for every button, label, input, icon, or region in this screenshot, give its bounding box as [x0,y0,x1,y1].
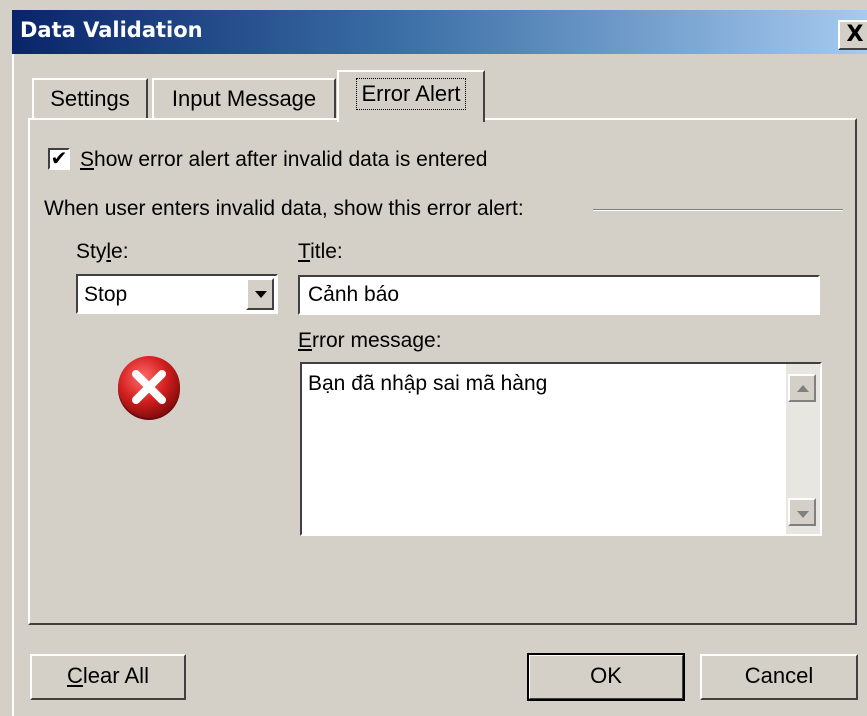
clear-all-button[interactable]: Clear All [30,654,186,700]
ok-button[interactable]: OK [527,653,685,701]
window-title: Data Validation [20,18,203,42]
tab-settings[interactable]: Settings [32,78,148,118]
tab-error-alert-label: Error Alert [356,78,466,110]
window-left-edge [12,54,14,716]
tab-input-message[interactable]: Input Message [152,78,336,118]
error-alert-panel [28,118,857,625]
close-button[interactable]: X [838,20,867,50]
tab-error-alert[interactable]: Error Alert [337,70,485,122]
cancel-button[interactable]: Cancel [700,654,858,700]
title-bar: Data Validation X [12,10,867,54]
